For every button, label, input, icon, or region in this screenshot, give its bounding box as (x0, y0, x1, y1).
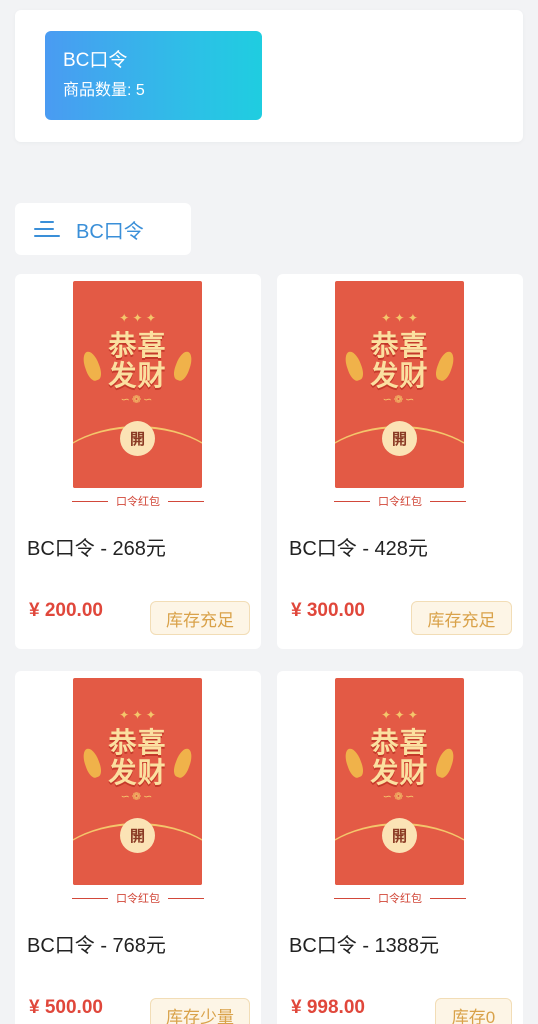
spark-decoration: ✦ ✦ ✦ (119, 708, 156, 722)
blessing-text: 恭喜 发财 (370, 727, 429, 788)
product-name: BC口令 - 268元 (27, 538, 166, 560)
blessing-text: 恭喜 发财 (108, 727, 167, 788)
section-label: BC口令 (76, 220, 144, 243)
red-envelope-image: ✦ ✦ ✦ 恭喜 发财 ∽❁∽ 開 (73, 281, 202, 488)
stock-badge: 库存少量 (150, 998, 250, 1024)
open-seal: 開 (120, 818, 155, 853)
product-price: ¥ 500.00 (29, 997, 103, 1018)
blessing-text: 恭喜 发财 (370, 330, 429, 391)
category-title: BC口令 (63, 50, 128, 71)
envelope-caption: 口令红包 (15, 494, 261, 508)
stock-badge: 库存0 (435, 998, 512, 1024)
spark-decoration: ✦ ✦ ✦ (381, 311, 418, 325)
stock-badge: 库存充足 (150, 601, 250, 635)
red-envelope-image: ✦ ✦ ✦ 恭喜 发财 ∽❁∽ 開 (335, 281, 464, 488)
product-name: BC口令 - 428元 (289, 538, 428, 560)
envelope-caption: 口令红包 (277, 494, 523, 508)
category-header-card: BC口令 商品数量: 5 (15, 10, 523, 142)
product-price: ¥ 200.00 (29, 600, 103, 621)
swirl-decoration: ∽❁∽ (120, 394, 155, 406)
product-card[interactable]: ✦ ✦ ✦ 恭喜 发财 ∽❁∽ 開 口令红包 BC口令 - 268元 ¥ 200… (15, 274, 261, 649)
swirl-decoration: ∽❁∽ (382, 791, 417, 803)
product-card[interactable]: ✦ ✦ ✦ 恭喜 发财 ∽❁∽ 開 口令红包 BC口令 - 1388元 ¥ 99… (277, 671, 523, 1024)
product-name: BC口令 - 768元 (27, 935, 166, 957)
product-name: BC口令 - 1388元 (289, 935, 440, 957)
product-price: ¥ 998.00 (291, 997, 365, 1018)
category-chip[interactable]: BC口令 商品数量: 5 (45, 31, 262, 120)
product-card[interactable]: ✦ ✦ ✦ 恭喜 发财 ∽❁∽ 開 口令红包 BC口令 - 428元 ¥ 300… (277, 274, 523, 649)
open-seal: 開 (382, 421, 417, 456)
envelope-caption: 口令红包 (277, 891, 523, 905)
open-seal: 開 (120, 421, 155, 456)
menu-icon (34, 219, 60, 239)
red-envelope-image: ✦ ✦ ✦ 恭喜 发财 ∽❁∽ 開 (73, 678, 202, 885)
spark-decoration: ✦ ✦ ✦ (119, 311, 156, 325)
envelope-caption: 口令红包 (15, 891, 261, 905)
open-seal: 開 (382, 818, 417, 853)
red-envelope-image: ✦ ✦ ✦ 恭喜 发财 ∽❁∽ 開 (335, 678, 464, 885)
swirl-decoration: ∽❁∽ (120, 791, 155, 803)
swirl-decoration: ∽❁∽ (382, 394, 417, 406)
blessing-text: 恭喜 发财 (108, 330, 167, 391)
stock-badge: 库存充足 (411, 601, 512, 635)
product-price: ¥ 300.00 (291, 600, 365, 621)
product-card[interactable]: ✦ ✦ ✦ 恭喜 发财 ∽❁∽ 開 口令红包 BC口令 - 768元 ¥ 500… (15, 671, 261, 1024)
section-tab[interactable]: BC口令 (15, 203, 191, 255)
product-count: 商品数量: 5 (63, 82, 145, 99)
spark-decoration: ✦ ✦ ✦ (381, 708, 418, 722)
